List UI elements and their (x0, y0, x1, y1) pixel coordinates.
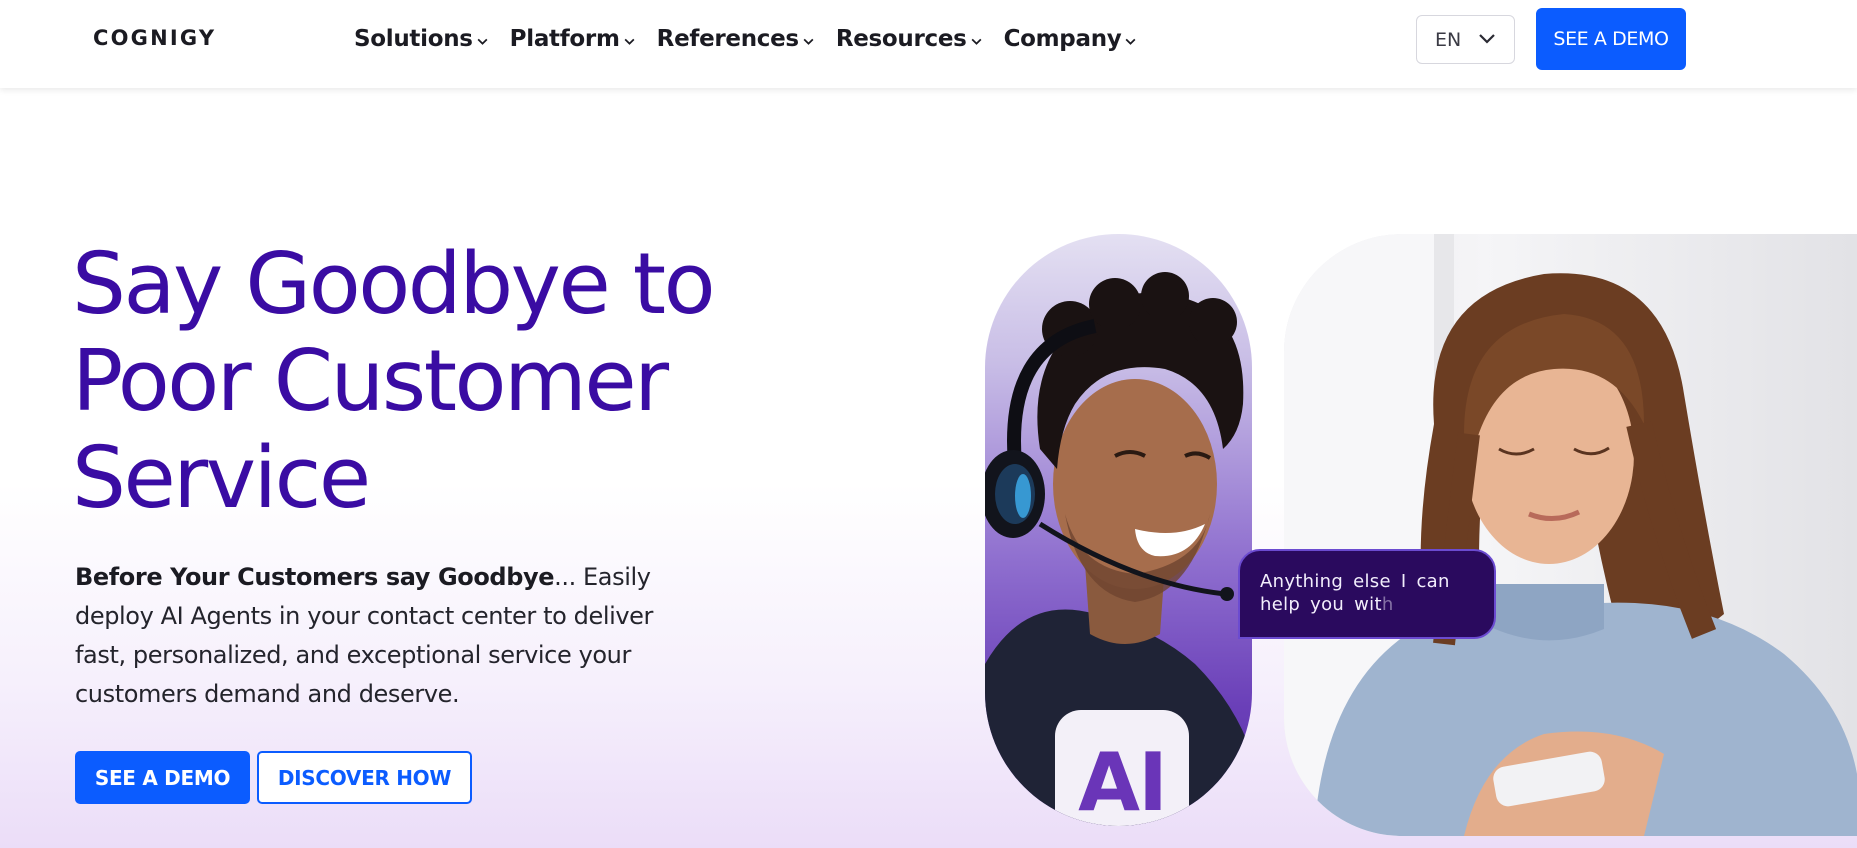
chevron-down-icon (624, 38, 635, 45)
nav-item-resources[interactable]: Resources (836, 26, 983, 52)
language-label: EN (1435, 28, 1462, 51)
chevron-down-icon (1479, 34, 1495, 44)
site-header: COGNIGY Solutions Platform References Re… (0, 0, 1857, 88)
hero-title-line: Say Goodbye to (72, 235, 716, 334)
hero-description: Before Your Customers say Goodbye... Eas… (75, 558, 675, 714)
nav-item-label: Resources (835, 26, 967, 52)
nav-item-solutions[interactable]: Solutions (354, 26, 489, 52)
chevron-down-icon (477, 38, 488, 45)
language-selector[interactable]: EN (1416, 15, 1515, 64)
nav-item-references[interactable]: References (657, 26, 815, 52)
ai-badge-text: AI (1078, 735, 1168, 827)
main-nav: Solutions Platform References Resources … (354, 0, 1158, 78)
nav-item-company[interactable]: Company (1004, 26, 1138, 52)
hero-title-line: Poor Customer (72, 332, 669, 431)
chevron-down-icon (971, 38, 982, 45)
chevron-down-icon (803, 38, 814, 45)
chat-bubble-text: Anything else I can help you with (1260, 571, 1450, 615)
ai-badge: AI (1055, 710, 1189, 826)
customer-image (1284, 234, 1857, 836)
header-see-demo-button[interactable]: SEE A DEMO (1536, 8, 1686, 70)
nav-item-label: References (656, 26, 799, 52)
nav-item-platform[interactable]: Platform (510, 26, 636, 52)
ai-agent-image: AI (985, 234, 1252, 826)
cognigy-logo[interactable]: COGNIGY (93, 26, 216, 50)
hero-title: Say Goodbye to Poor Customer Service (72, 236, 772, 527)
chevron-down-icon (1126, 38, 1136, 45)
hero-description-bold: Before Your Customers say Goodbye (75, 563, 555, 591)
nav-item-label: Solutions (354, 26, 473, 52)
nav-item-label: Platform (509, 26, 620, 52)
customer-illustration (1284, 234, 1857, 836)
chat-bubble: Anything else I can help you with (1238, 549, 1496, 639)
nav-item-label: Company (1003, 26, 1122, 52)
hero-title-line: Service (72, 429, 371, 528)
discover-how-button[interactable]: DISCOVER HOW (257, 751, 472, 804)
hero-see-demo-button[interactable]: SEE A DEMO (75, 751, 250, 804)
